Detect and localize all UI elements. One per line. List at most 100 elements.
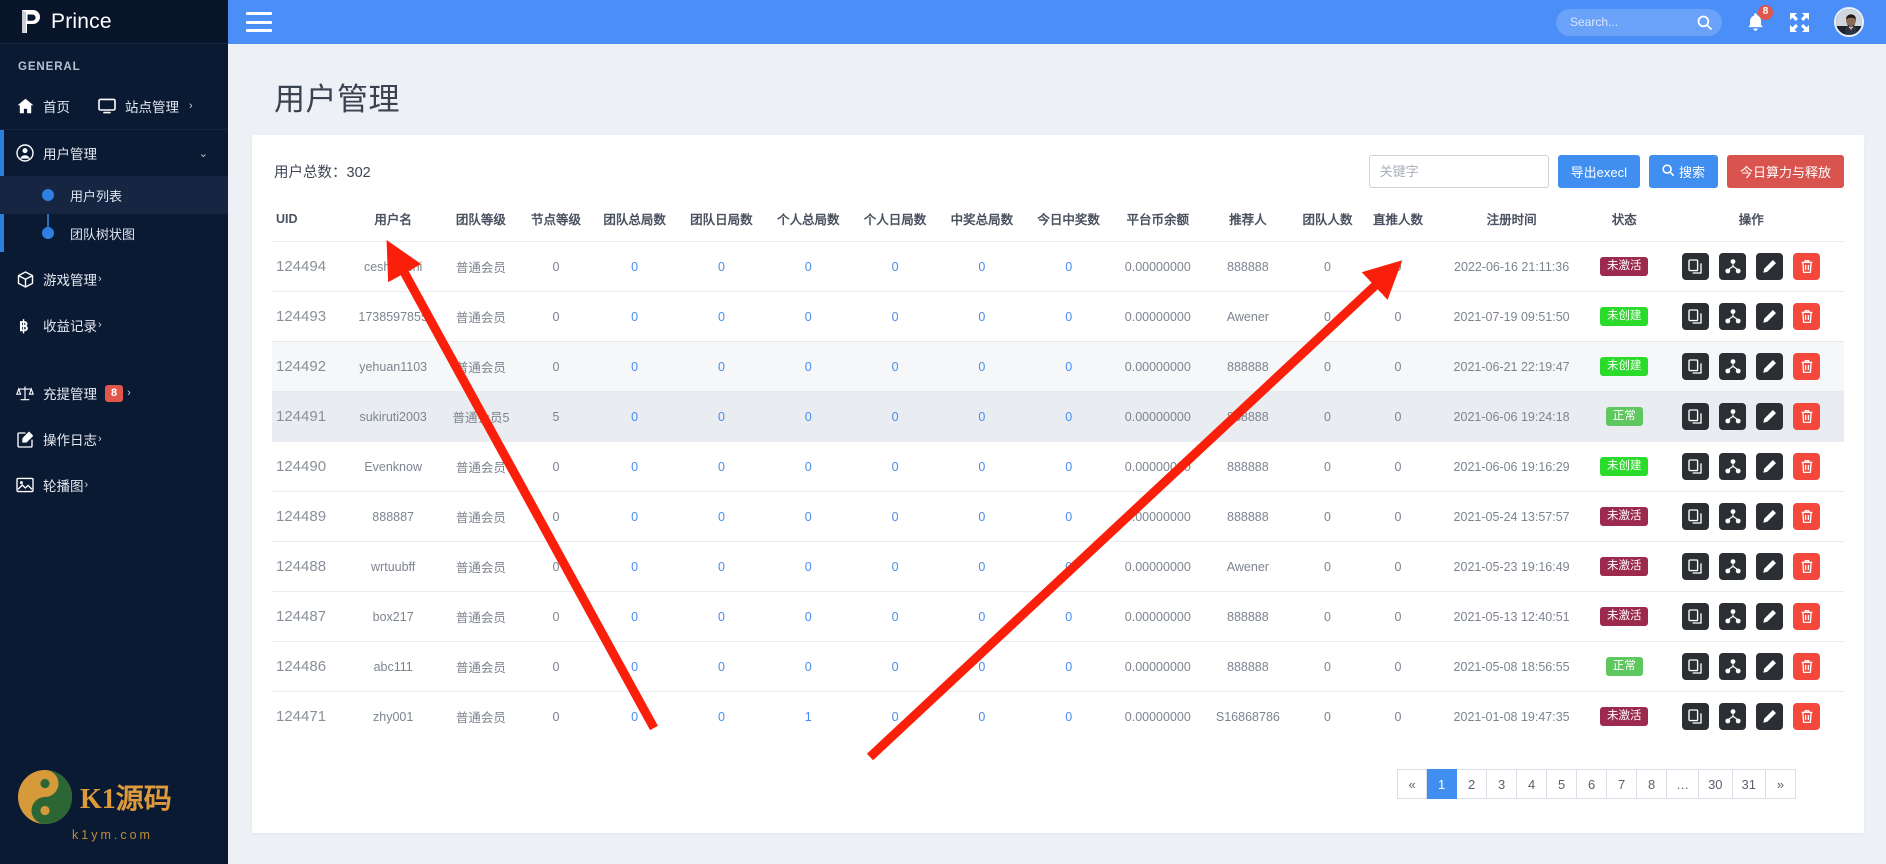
trash-button[interactable]: [1793, 303, 1820, 330]
pencil-button[interactable]: [1756, 303, 1783, 330]
pencil-button[interactable]: [1756, 603, 1783, 630]
pencil-button[interactable]: [1756, 503, 1783, 530]
copy-button[interactable]: [1682, 303, 1709, 330]
user-self-total[interactable]: 0: [765, 392, 852, 442]
search-input[interactable]: [1570, 15, 1697, 29]
pagination-page-5[interactable]: 5: [1547, 769, 1577, 799]
user-team-day[interactable]: 0: [678, 242, 765, 292]
user-win-today[interactable]: 0: [1025, 542, 1112, 592]
user-self-total[interactable]: 0: [765, 442, 852, 492]
user-self-total[interactable]: 0: [765, 642, 852, 692]
copy-button[interactable]: [1682, 253, 1709, 280]
user-win-today[interactable]: 0: [1025, 242, 1112, 292]
sitemap-button[interactable]: [1719, 403, 1746, 430]
pagination-page-30[interactable]: 30: [1699, 769, 1732, 799]
sidebar-item-team-tree[interactable]: 团队树状图: [0, 214, 228, 252]
user-team-day[interactable]: 0: [678, 492, 765, 542]
user-win-total[interactable]: 0: [938, 592, 1025, 642]
user-win-total[interactable]: 0: [938, 542, 1025, 592]
user-self-day[interactable]: 0: [852, 542, 939, 592]
copy-button[interactable]: [1682, 603, 1709, 630]
pagination-ellipsis[interactable]: …: [1667, 769, 1699, 799]
table-row[interactable]: 124486abc111普通会员00000000.000000008888880…: [272, 642, 1844, 692]
trash-button[interactable]: [1793, 403, 1820, 430]
export-excel-button[interactable]: 导出execl: [1558, 155, 1640, 188]
table-row[interactable]: 124490Evenknow普通会员00000000.0000000088888…: [272, 442, 1844, 492]
pagination-page-6[interactable]: 6: [1577, 769, 1607, 799]
user-self-day[interactable]: 0: [852, 292, 939, 342]
sitemap-button[interactable]: [1719, 253, 1746, 280]
fullscreen-button[interactable]: [1789, 12, 1810, 33]
user-team-day[interactable]: 0: [678, 392, 765, 442]
user-self-total[interactable]: 0: [765, 292, 852, 342]
trash-button[interactable]: [1793, 703, 1820, 730]
sitemap-button[interactable]: [1719, 603, 1746, 630]
user-team-total[interactable]: 0: [591, 342, 678, 392]
user-self-total[interactable]: 0: [765, 492, 852, 542]
copy-button[interactable]: [1682, 653, 1709, 680]
notifications-button[interactable]: 8: [1746, 12, 1765, 33]
copy-button[interactable]: [1682, 353, 1709, 380]
keyword-input[interactable]: [1369, 155, 1549, 188]
pagination-page-31[interactable]: 31: [1733, 769, 1766, 799]
user-team-total[interactable]: 0: [591, 592, 678, 642]
sidebar-item-user-management[interactable]: 用户管理 ⌄: [0, 130, 228, 176]
user-win-today[interactable]: 0: [1025, 692, 1112, 742]
pagination-page-8[interactable]: 8: [1637, 769, 1667, 799]
copy-button[interactable]: [1682, 453, 1709, 480]
user-team-total[interactable]: 0: [591, 442, 678, 492]
today-power-release-button[interactable]: 今日算力与释放: [1727, 155, 1844, 188]
user-self-total[interactable]: 0: [765, 542, 852, 592]
table-row[interactable]: 124494ceshiceshi普通会员00000000.00000000888…: [272, 242, 1844, 292]
user-self-day[interactable]: 0: [852, 342, 939, 392]
user-win-today[interactable]: 0: [1025, 442, 1112, 492]
pagination-page-3[interactable]: 3: [1487, 769, 1517, 799]
user-team-day[interactable]: 0: [678, 692, 765, 742]
table-row[interactable]: 124489888887普通会员00000000.000000008888880…: [272, 492, 1844, 542]
user-win-total[interactable]: 0: [938, 642, 1025, 692]
user-self-day[interactable]: 0: [852, 692, 939, 742]
avatar[interactable]: [1834, 7, 1864, 37]
user-win-total[interactable]: 0: [938, 692, 1025, 742]
sitemap-button[interactable]: [1719, 303, 1746, 330]
trash-button[interactable]: [1793, 353, 1820, 380]
user-win-today[interactable]: 0: [1025, 342, 1112, 392]
sitemap-button[interactable]: [1719, 353, 1746, 380]
pagination-page-2[interactable]: 2: [1457, 769, 1487, 799]
copy-button[interactable]: [1682, 503, 1709, 530]
pagination-prev[interactable]: «: [1397, 769, 1427, 799]
pencil-button[interactable]: [1756, 353, 1783, 380]
sitemap-button[interactable]: [1719, 703, 1746, 730]
sitemap-button[interactable]: [1719, 553, 1746, 580]
user-team-day[interactable]: 0: [678, 642, 765, 692]
user-win-today[interactable]: 0: [1025, 392, 1112, 442]
user-win-today[interactable]: 0: [1025, 492, 1112, 542]
user-team-total[interactable]: 0: [591, 492, 678, 542]
sidebar-item-user-list[interactable]: 用户列表: [0, 176, 228, 214]
sidebar-item-site-management[interactable]: 站点管理 ›: [98, 96, 193, 116]
table-row[interactable]: 124488wrtuubff普通会员00000000.00000000Awene…: [272, 542, 1844, 592]
user-team-total[interactable]: 0: [591, 292, 678, 342]
user-team-total[interactable]: 0: [591, 242, 678, 292]
sidebar-item-carousel[interactable]: 轮播图 ›: [0, 462, 228, 508]
pencil-button[interactable]: [1756, 653, 1783, 680]
pagination-next[interactable]: »: [1766, 769, 1796, 799]
user-win-today[interactable]: 0: [1025, 642, 1112, 692]
user-team-day[interactable]: 0: [678, 542, 765, 592]
user-self-total[interactable]: 1: [765, 692, 852, 742]
user-self-total[interactable]: 0: [765, 242, 852, 292]
user-team-day[interactable]: 0: [678, 292, 765, 342]
trash-button[interactable]: [1793, 253, 1820, 280]
user-team-total[interactable]: 0: [591, 392, 678, 442]
table-row[interactable]: 124471zhy001普通会员00010000.00000000S168687…: [272, 692, 1844, 742]
user-self-day[interactable]: 0: [852, 242, 939, 292]
copy-button[interactable]: [1682, 703, 1709, 730]
sitemap-button[interactable]: [1719, 453, 1746, 480]
table-row[interactable]: 124487box217普通会员00000000.000000008888880…: [272, 592, 1844, 642]
pencil-button[interactable]: [1756, 553, 1783, 580]
pagination-page-1[interactable]: 1: [1427, 769, 1457, 799]
sitemap-button[interactable]: [1719, 653, 1746, 680]
user-win-today[interactable]: 0: [1025, 292, 1112, 342]
trash-button[interactable]: [1793, 503, 1820, 530]
hamburger-icon[interactable]: [246, 12, 272, 32]
